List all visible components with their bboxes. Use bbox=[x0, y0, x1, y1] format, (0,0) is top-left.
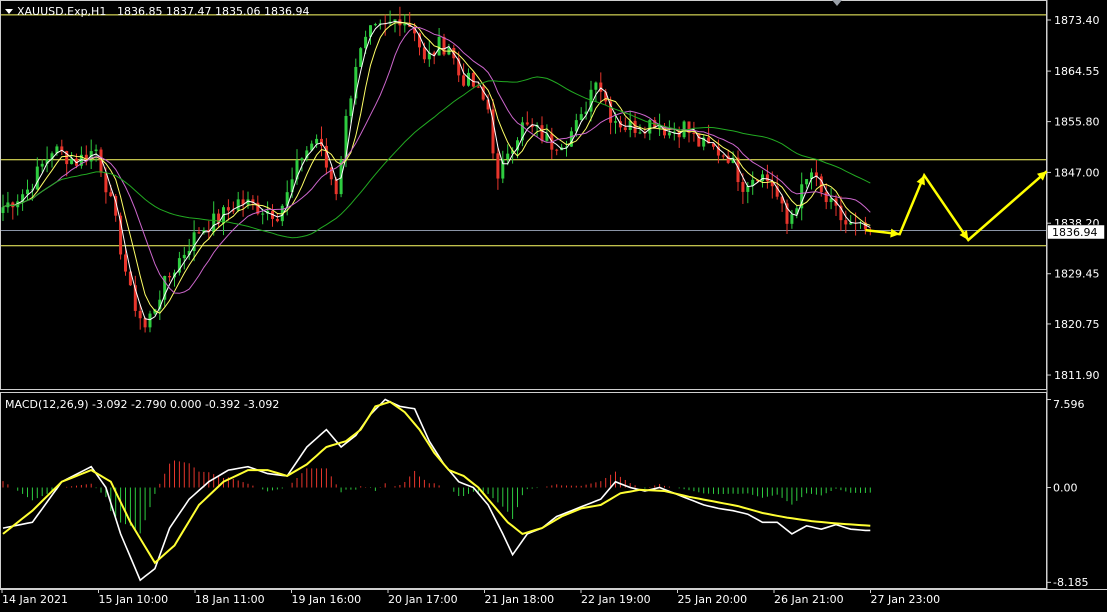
candle-body bbox=[692, 132, 696, 134]
candle-body bbox=[579, 114, 583, 121]
time-tick-label: 26 Jan 21:00 bbox=[774, 593, 844, 606]
candle-body bbox=[143, 318, 147, 328]
candle-body bbox=[168, 276, 172, 278]
time-tick-label: 25 Jan 20:00 bbox=[678, 593, 748, 606]
price-tick-label: 1847.00 bbox=[1054, 166, 1100, 179]
time-tick-label: 22 Jan 19:00 bbox=[581, 593, 651, 606]
candle-body bbox=[40, 163, 44, 167]
candle-body bbox=[403, 23, 407, 26]
candle-body bbox=[359, 48, 363, 67]
candle-body bbox=[26, 189, 29, 195]
candle-body bbox=[437, 36, 441, 56]
candle-body bbox=[633, 120, 637, 133]
candle-body bbox=[275, 218, 279, 222]
candle-body bbox=[824, 192, 828, 203]
candle-body bbox=[765, 174, 769, 182]
candle-body bbox=[555, 149, 559, 151]
candle-body bbox=[1, 207, 5, 213]
macd-tick-label: 0.00 bbox=[1053, 482, 1078, 495]
macd-panel-frame bbox=[0, 392, 1047, 589]
candle-body bbox=[212, 213, 216, 233]
candle-body bbox=[94, 149, 98, 152]
candle-body bbox=[236, 199, 240, 211]
candle-body bbox=[599, 82, 603, 92]
trading-chart-window[interactable]: 1873.40 1864.55 1855.80 1847.00 1838.20 1829.… bbox=[0, 0, 1107, 608]
candle-body bbox=[124, 254, 127, 272]
candle-body bbox=[638, 132, 642, 134]
candle-body bbox=[344, 115, 348, 160]
candle-body bbox=[741, 182, 745, 192]
candle-body bbox=[109, 192, 113, 197]
candle-body bbox=[349, 98, 353, 116]
candle-body bbox=[721, 155, 725, 157]
price-panel-frame bbox=[0, 0, 1047, 390]
current-price-label: 1836.94 bbox=[1052, 226, 1098, 239]
candle-body bbox=[761, 174, 764, 182]
candle-body bbox=[496, 153, 500, 179]
chart-canvas[interactable]: 1873.401864.551855.801847.001838.201829.… bbox=[0, 0, 1107, 608]
candle-body bbox=[197, 232, 201, 234]
candle-body bbox=[540, 125, 544, 141]
macd-tick-label: 7.596 bbox=[1053, 398, 1085, 411]
price-tick-label: 1820.75 bbox=[1054, 318, 1100, 331]
candle-body bbox=[476, 86, 480, 88]
candle-body bbox=[182, 254, 186, 259]
time-tick-label: 20 Jan 17:00 bbox=[388, 593, 458, 606]
candle-body bbox=[315, 138, 319, 144]
time-tick-label: 18 Jan 11:00 bbox=[195, 593, 265, 606]
price-tick-label: 1864.55 bbox=[1054, 65, 1100, 78]
candle-body bbox=[138, 310, 142, 319]
candle-body bbox=[471, 72, 475, 87]
candle-body bbox=[525, 122, 529, 125]
candle-body bbox=[422, 47, 426, 60]
candle-body bbox=[261, 213, 265, 215]
ohlc-label: 1836.85 1837.47 1835.06 1836.94 bbox=[117, 5, 309, 18]
time-tick-label: 15 Jan 10:00 bbox=[99, 593, 169, 606]
candle-body bbox=[300, 158, 304, 161]
candle-body bbox=[506, 153, 510, 160]
candle-body bbox=[148, 313, 152, 328]
symbol-label: XAUUSD.Exp,H1 bbox=[17, 5, 106, 18]
time-tick-label: 27 Jan 23:00 bbox=[871, 593, 941, 606]
candle-body bbox=[226, 207, 230, 211]
price-tick-label: 1829.45 bbox=[1054, 268, 1100, 281]
time-tick-label: 14 Jan 2021 bbox=[2, 593, 68, 606]
macd-title: MACD(12,26,9) -3.092 -2.790 0.000 -0.392… bbox=[5, 398, 279, 411]
candle-body bbox=[462, 75, 466, 86]
time-tick-label: 19 Jan 16:00 bbox=[292, 593, 362, 606]
candle-body bbox=[442, 36, 446, 55]
candle-body bbox=[35, 166, 39, 190]
candle-body bbox=[373, 24, 377, 26]
candle-body bbox=[805, 179, 809, 185]
price-tick-label: 1873.40 bbox=[1054, 14, 1100, 27]
candle-body bbox=[667, 132, 671, 136]
candle-body bbox=[790, 214, 794, 224]
candle-body bbox=[594, 82, 598, 90]
candle-body bbox=[334, 179, 338, 195]
macd-tick-label: -8.185 bbox=[1053, 576, 1088, 589]
candle-body bbox=[844, 220, 848, 225]
candle-body bbox=[623, 127, 627, 130]
price-tick-label: 1811.90 bbox=[1054, 369, 1100, 382]
price-tick-label: 1855.80 bbox=[1054, 116, 1100, 129]
candle-body bbox=[614, 121, 617, 123]
time-tick-label: 21 Jan 18:00 bbox=[485, 593, 555, 606]
